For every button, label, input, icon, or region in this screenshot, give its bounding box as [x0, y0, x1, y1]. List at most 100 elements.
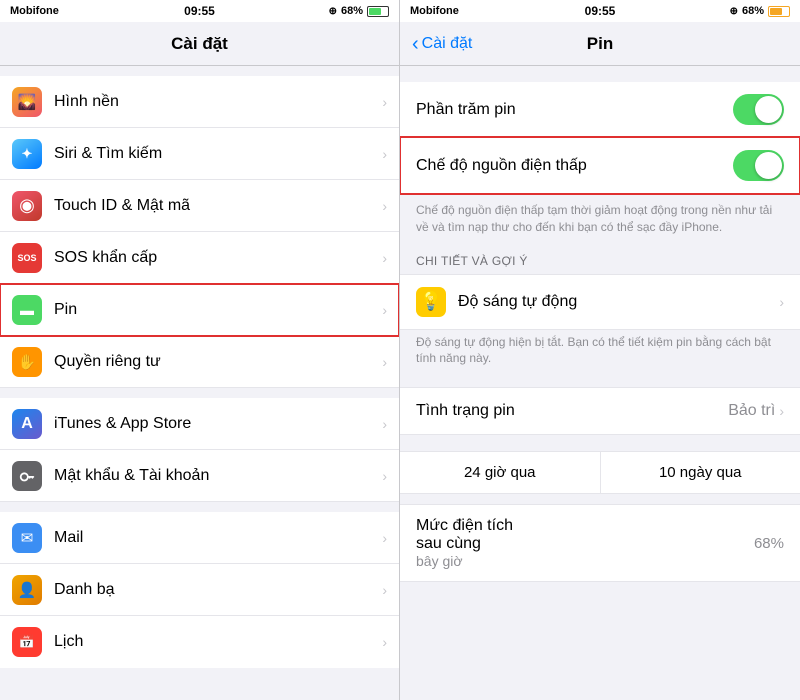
settings-list: 🌄 Hình nền › ✦ Siri & Tìm kiếm › ◉ Touch… — [0, 66, 399, 700]
settings-item-mat-khau[interactable]: Mật khẩu & Tài khoản › — [0, 450, 399, 502]
che-do-toggle-knob — [755, 152, 782, 179]
hinh-nen-icon: 🌄 — [12, 87, 42, 117]
mat-khau-label: Mật khẩu & Tài khoản — [54, 467, 382, 485]
right-carrier: Mobifone — [410, 5, 459, 17]
section-divider-1 — [0, 388, 399, 398]
quyen-rieng-icon: ✋ — [12, 347, 42, 377]
muc-dien-sub2: bây giờ — [416, 553, 754, 569]
tinh-trang-value: Bảo trì — [728, 402, 775, 420]
pin-label: Pin — [54, 301, 382, 319]
phan-tram-row[interactable]: Phần trăm pin — [400, 82, 800, 137]
danh-ba-label: Danh bạ — [54, 581, 382, 599]
battery-icon — [367, 6, 389, 17]
chevron-left-icon: ‹ — [412, 34, 419, 54]
settings-item-touch-id[interactable]: ◉ Touch ID & Mật mã › — [0, 180, 399, 232]
muc-dien-value: 68% — [754, 535, 784, 552]
pin-icon: ▬ — [12, 295, 42, 325]
hinh-nen-label: Hình nền — [54, 93, 382, 111]
do-sang-chevron: › — [779, 294, 784, 310]
sos-chevron: › — [382, 250, 387, 266]
settings-item-hinh-nen[interactable]: 🌄 Hình nền › — [0, 76, 399, 128]
left-time: 09:55 — [184, 4, 215, 18]
phan-tram-section: Phần trăm pin — [400, 82, 800, 137]
mat-khau-icon — [12, 461, 42, 491]
right-time: 09:55 — [585, 4, 616, 18]
right-battery-percent: 68% — [742, 5, 764, 17]
pin-chevron: › — [382, 302, 387, 318]
sos-label: SOS khẩn cấp — [54, 249, 382, 267]
back-button[interactable]: ‹ Cài đặt — [412, 34, 472, 54]
che-do-description: Chế độ nguồn điện thấp tạm thời giảm hoạ… — [400, 194, 800, 248]
settings-item-danh-ba[interactable]: 👤 Danh bạ › — [0, 564, 399, 616]
settings-section-main: 🌄 Hình nền › ✦ Siri & Tìm kiếm › ◉ Touch… — [0, 76, 399, 668]
itunes-chevron: › — [382, 416, 387, 432]
right-content: Phần trăm pin Chế độ nguồn điện thấp Chế… — [400, 66, 800, 700]
settings-item-sos[interactable]: SOS SOS khẩn cấp › — [0, 232, 399, 284]
left-page-title: Cài đặt — [171, 34, 228, 54]
mail-chevron: › — [382, 530, 387, 546]
right-location-icon: ⊕ — [730, 6, 738, 17]
back-label: Cài đặt — [422, 35, 473, 53]
muc-dien-sub: sau cùng — [416, 535, 754, 553]
do-sang-icon: 💡 — [416, 287, 446, 317]
muc-dien-label: Mức điện tích — [416, 517, 754, 535]
siri-chevron: › — [382, 146, 387, 162]
settings-item-siri[interactable]: ✦ Siri & Tìm kiếm › — [0, 128, 399, 180]
hinh-nen-chevron: › — [382, 94, 387, 110]
siri-icon: ✦ — [12, 139, 42, 169]
tab-24h[interactable]: 24 giờ qua — [400, 452, 601, 493]
time-tabs: 24 giờ qua 10 ngày qua — [400, 451, 800, 494]
settings-item-itunes[interactable]: A iTunes & App Store › — [0, 398, 399, 450]
tinh-trang-section: Tình trạng pin Bảo trì › — [400, 387, 800, 435]
tinh-trang-row[interactable]: Tình trạng pin Bảo trì › — [400, 387, 800, 435]
tinh-trang-chevron: › — [779, 403, 784, 419]
left-carrier: Mobifone — [10, 5, 59, 17]
touch-id-chevron: › — [382, 198, 387, 214]
do-sang-row: 💡 Độ sáng tự động › — [400, 274, 800, 330]
left-panel: Mobifone 09:55 ⊕ 68% Cài đặt 🌄 Hình nền … — [0, 0, 400, 700]
right-status-right: ⊕ 68% — [730, 5, 790, 17]
che-do-label: Chế độ nguồn điện thấp — [416, 157, 733, 175]
settings-item-mail[interactable]: ✉ Mail › — [0, 512, 399, 564]
battery-fill — [369, 8, 381, 15]
right-panel: Mobifone 09:55 ⊕ 68% ‹ Cài đặt Pin Phần … — [400, 0, 800, 700]
tinh-trang-label: Tình trạng pin — [416, 402, 728, 420]
do-sang-item[interactable]: 💡 Độ sáng tự động › — [400, 275, 800, 329]
left-nav-header: Cài đặt — [0, 22, 399, 66]
danh-ba-chevron: › — [382, 582, 387, 598]
do-sang-description: Độ sáng tự động hiện bị tắt. Bạn có thể … — [400, 330, 800, 378]
lich-chevron: › — [382, 634, 387, 650]
left-status-right: ⊕ 68% — [329, 5, 389, 17]
che-do-row[interactable]: Chế độ nguồn điện thấp — [400, 137, 800, 194]
settings-item-lich[interactable]: 📅 Lịch › — [0, 616, 399, 668]
muc-dien-tich-row: Mức điện tích sau cùng bây giờ 68% — [400, 504, 800, 582]
phan-tram-label: Phần trăm pin — [416, 101, 733, 119]
tab-10d[interactable]: 10 ngày qua — [601, 452, 800, 493]
right-nav-header: ‹ Cài đặt Pin — [400, 22, 800, 66]
mat-khau-chevron: › — [382, 468, 387, 484]
chi-tiet-header: CHI TIẾT VÀ GỢI Ý — [400, 248, 800, 274]
muc-dien-label-wrap: Mức điện tích sau cùng bây giờ — [416, 517, 754, 569]
siri-label: Siri & Tìm kiếm — [54, 145, 382, 163]
right-status-bar: Mobifone 09:55 ⊕ 68% — [400, 0, 800, 22]
touch-id-label: Touch ID & Mật mã — [54, 197, 382, 215]
settings-item-pin[interactable]: ▬ Pin › — [0, 284, 399, 336]
location-icon: ⊕ — [329, 6, 337, 17]
settings-item-quyen-rieng[interactable]: ✋ Quyền riêng tư › — [0, 336, 399, 388]
itunes-label: iTunes & App Store — [54, 415, 382, 433]
do-sang-label: Độ sáng tự động — [458, 293, 779, 311]
danh-ba-icon: 👤 — [12, 575, 42, 605]
mail-label: Mail — [54, 529, 382, 547]
quyen-rieng-chevron: › — [382, 354, 387, 370]
itunes-icon: A — [12, 409, 42, 439]
right-page-title: Pin — [587, 34, 613, 54]
key-svg — [18, 467, 36, 485]
lich-icon: 📅 — [12, 627, 42, 657]
che-do-toggle[interactable] — [733, 150, 784, 181]
left-battery-percent: 68% — [341, 5, 363, 17]
section-divider-2 — [0, 502, 399, 512]
mail-icon: ✉ — [12, 523, 42, 553]
phan-tram-toggle-knob — [755, 96, 782, 123]
left-status-bar: Mobifone 09:55 ⊕ 68% — [0, 0, 399, 22]
phan-tram-toggle[interactable] — [733, 94, 784, 125]
